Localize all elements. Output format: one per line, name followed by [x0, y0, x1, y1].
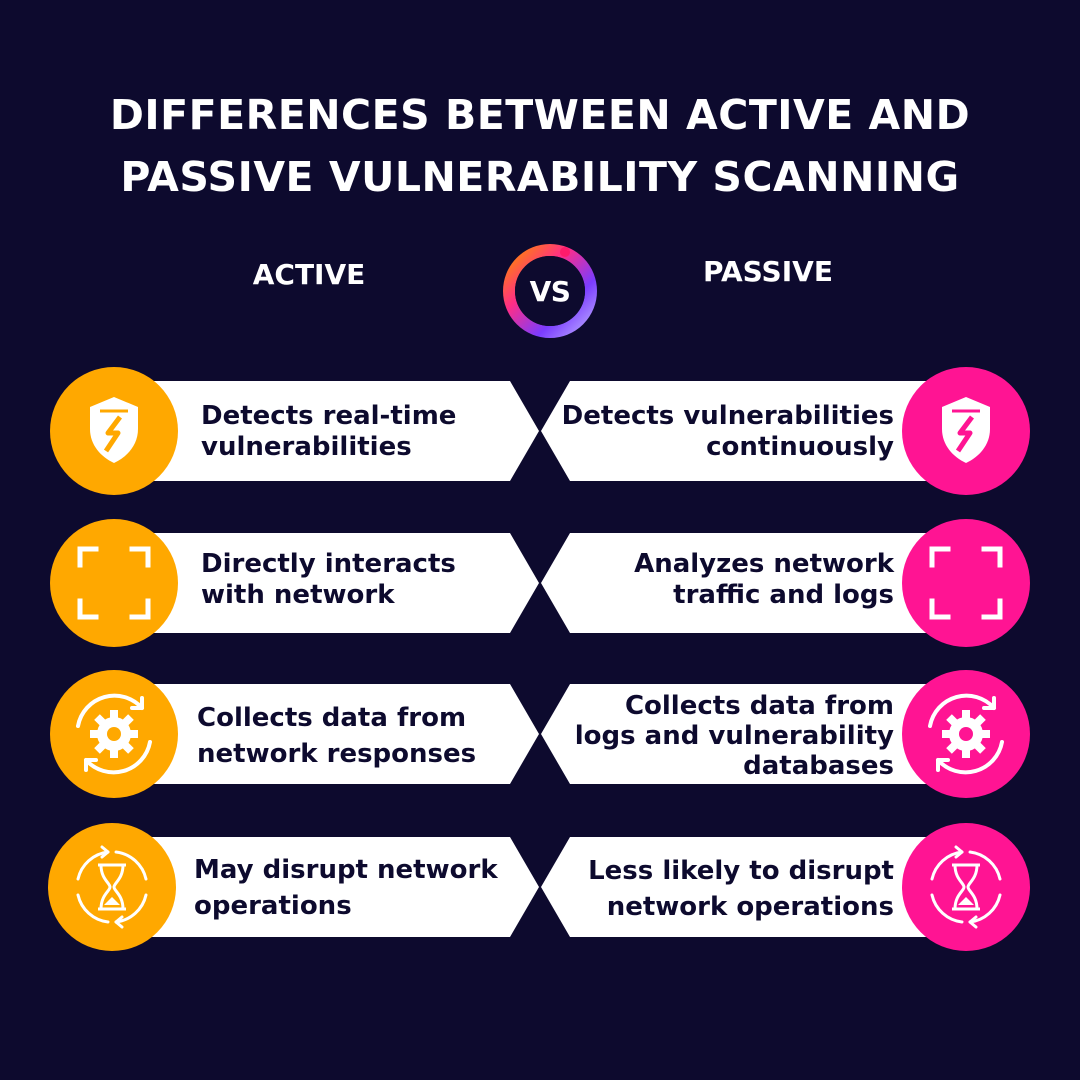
passive-circle-4: [902, 823, 1030, 951]
active-text-4-line-2: operations: [194, 891, 352, 921]
active-text-2: Directly interacts with network: [201, 549, 456, 611]
hourglass-refresh-icon: [930, 845, 1002, 929]
active-circle-2: [50, 519, 178, 647]
active-circle-1: [50, 367, 178, 495]
passive-text-4: Less likely to disrupt network operation…: [588, 853, 894, 925]
scan-frame-icon: [77, 546, 151, 620]
passive-text-2: Analyzes network traffic and logs: [634, 549, 894, 611]
passive-text-3-line-2: logs and vulnerability: [574, 721, 894, 751]
active-text-3-line-1: Collects data from: [197, 703, 467, 733]
hourglass-refresh-icon: [76, 845, 148, 929]
passive-text-1: Detects vulnerabilities continuously: [562, 401, 894, 463]
passive-text-3: Collects data from logs and vulnerabilit…: [575, 691, 894, 781]
passive-text-4-line-1: Less likely to disrupt: [588, 856, 894, 886]
active-text-1-line-1: Detects real-time: [201, 401, 457, 431]
active-text-4: May disrupt network operations: [194, 852, 498, 924]
active-text-2-line-2: with network: [201, 580, 395, 610]
passive-text-4-line-2: network operations: [606, 892, 894, 922]
active-circle-3: [50, 670, 178, 798]
passive-text-2-line-2: traffic and logs: [673, 580, 894, 610]
passive-circle-2: [902, 519, 1030, 647]
active-text-1: Detects real-time vulnerabilities: [201, 401, 456, 463]
active-text-3: Collects data from network responses: [197, 700, 476, 772]
passive-circle-1: [902, 367, 1030, 495]
passive-text-1-line-2: continuously: [706, 432, 894, 462]
active-text-3-line-2: network responses: [197, 739, 477, 769]
shield-icon: [90, 397, 138, 463]
active-circle-4: [48, 823, 176, 951]
scan-frame-icon: [929, 546, 1003, 620]
passive-text-3-line-1: Collects data from: [624, 691, 894, 721]
active-text-1-line-2: vulnerabilities: [201, 432, 412, 462]
shield-icon: [942, 397, 990, 463]
gear-refresh-icon: [76, 693, 152, 775]
passive-text-2-line-1: Analyzes network: [634, 549, 894, 579]
passive-text-3-line-3: databases: [743, 751, 894, 781]
passive-circle-3: [902, 670, 1030, 798]
gear-refresh-icon: [928, 693, 1004, 775]
active-text-2-line-1: Directly interacts: [201, 549, 456, 579]
passive-text-1-line-1: Detects vulnerabilities: [561, 401, 894, 431]
active-text-4-line-1: May disrupt network: [194, 855, 498, 885]
